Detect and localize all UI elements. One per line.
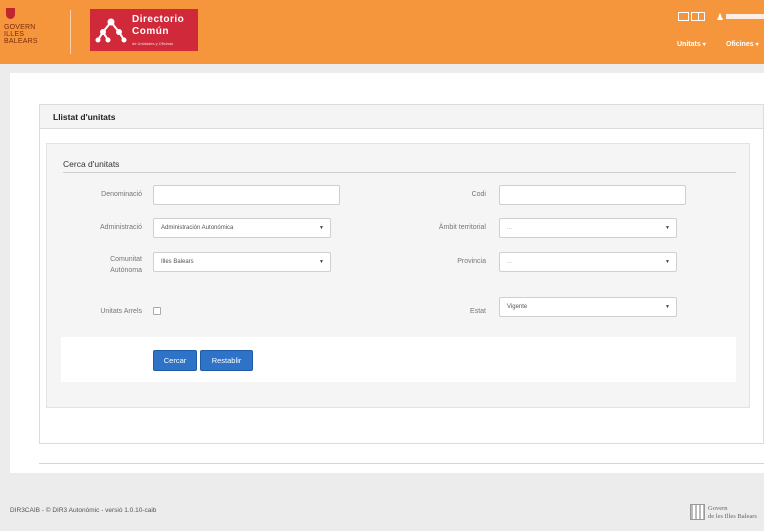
provincia-label: Provincia xyxy=(457,258,486,265)
denominacio-label: Denominació xyxy=(101,191,142,198)
legend-underline xyxy=(63,172,736,173)
app-subtitle: de Unidades y Oficinas xyxy=(132,41,174,46)
comunitat-autonoma-select[interactable]: Illes Balears ▼ xyxy=(153,252,331,272)
search-legend: Cerca d'unitats xyxy=(63,159,120,169)
dropdown-arrow-icon: ▼ xyxy=(319,225,324,231)
cercar-button[interactable]: Cercar xyxy=(153,350,197,371)
directorio-comun-logo[interactable]: Directorio Común de Unidades y Oficinas xyxy=(90,9,198,51)
nav-menu-unitats[interactable]: Unitats ▾ xyxy=(677,41,706,48)
dropdown-arrow-icon: ▼ xyxy=(665,225,670,231)
codi-input[interactable] xyxy=(499,185,686,205)
unitats-arrels-label: Unitats Arrels xyxy=(100,308,142,315)
panel-title: Llistat d'unitats xyxy=(53,112,116,122)
administracio-select[interactable]: Administración Autonómica ▼ xyxy=(153,218,331,238)
split-window-icon[interactable] xyxy=(691,12,705,21)
chevron-down-icon: ▾ xyxy=(755,42,759,48)
dropdown-arrow-icon: ▼ xyxy=(665,304,670,310)
estat-label: Estat xyxy=(470,308,486,315)
govern-footer-logo-icon xyxy=(690,504,705,520)
govern-shield-icon xyxy=(6,8,15,19)
app-title-line2: Común xyxy=(132,26,169,37)
header-divider xyxy=(70,10,71,54)
footer-divider xyxy=(39,463,764,464)
user-name-redacted[interactable] xyxy=(726,14,764,19)
govern-logo[interactable]: GOVERN ILLES BALEARS xyxy=(4,8,64,56)
chevron-down-icon: ▾ xyxy=(702,42,706,48)
dropdown-arrow-icon: ▼ xyxy=(319,259,324,265)
app-title-line1: Directorio xyxy=(132,14,185,25)
unitats-arrels-checkbox[interactable] xyxy=(153,307,161,315)
footer-govern-text: Govern de les Illes Balears xyxy=(708,505,757,520)
administracio-label: Administració xyxy=(99,224,142,231)
network-tree-icon xyxy=(95,18,127,43)
top-navbar: GOVERN ILLES BALEARS Directorio Común de… xyxy=(0,0,764,64)
ambit-territorial-label: Àmbit territorial xyxy=(438,224,486,231)
ambit-territorial-select[interactable]: ... ▼ xyxy=(499,218,677,238)
user-icon[interactable]: ♟ xyxy=(716,12,726,22)
nav-menu-oficines[interactable]: Oficines ▾ xyxy=(726,41,759,48)
dropdown-arrow-icon: ▼ xyxy=(665,259,670,265)
panel-heading: Llistat d'unitats xyxy=(40,105,763,129)
restablir-button[interactable]: Restablir xyxy=(200,350,253,371)
single-window-icon[interactable] xyxy=(678,12,689,21)
comunitat-autonoma-label: Comunitat Autònoma xyxy=(110,256,142,274)
window-layout-icons[interactable] xyxy=(678,12,705,22)
codi-label: Codi xyxy=(471,191,486,198)
estat-select[interactable]: Vigente ▼ xyxy=(499,297,677,317)
denominacio-input[interactable] xyxy=(153,185,340,205)
provincia-select[interactable]: ... ▼ xyxy=(499,252,677,272)
footer-version-text: DIR3CAIB - © DIR3 Autonòmic - versió 1.0… xyxy=(10,507,157,514)
govern-logo-text: GOVERN ILLES BALEARS xyxy=(4,24,38,45)
